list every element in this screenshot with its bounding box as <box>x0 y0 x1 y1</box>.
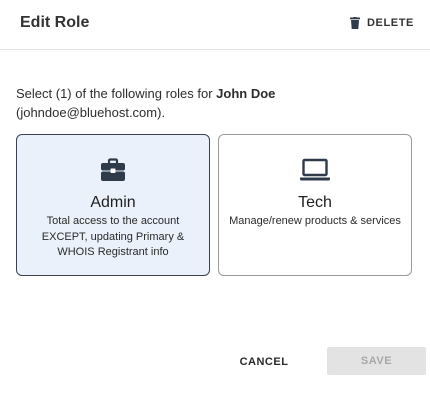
cancel-button[interactable]: CANCEL <box>226 348 302 376</box>
laptop-icon <box>219 157 411 183</box>
user-email: (johndoe@bluehost.com). <box>16 105 166 120</box>
trash-icon <box>350 17 360 29</box>
user-name: John Doe <box>216 86 276 101</box>
save-button[interactable]: SAVE <box>327 347 426 375</box>
instructions-prefix: Select (1) of the following roles for <box>16 86 217 101</box>
role-name: Tech <box>298 194 332 211</box>
role-card-tech[interactable]: Tech Manage/renew products & services <box>218 134 412 276</box>
role-name: Admin <box>90 194 136 211</box>
dialog-title: Edit Role <box>20 14 90 31</box>
role-description: Manage/renew products & services <box>229 215 401 227</box>
edit-role-dialog: Edit Role DELETE Select (1) of the follo… <box>0 0 430 394</box>
delete-button[interactable]: DELETE <box>350 12 414 34</box>
role-card-admin[interactable]: Admin Total access to the account EXCEPT… <box>16 134 210 276</box>
briefcase-icon <box>17 157 209 183</box>
role-instructions: Select (1) of the following roles for Jo… <box>16 84 416 122</box>
role-description: Total access to the account EXCEPT, upda… <box>41 215 185 258</box>
delete-label: DELETE <box>367 17 414 29</box>
dialog-header: Edit Role DELETE <box>0 0 430 50</box>
